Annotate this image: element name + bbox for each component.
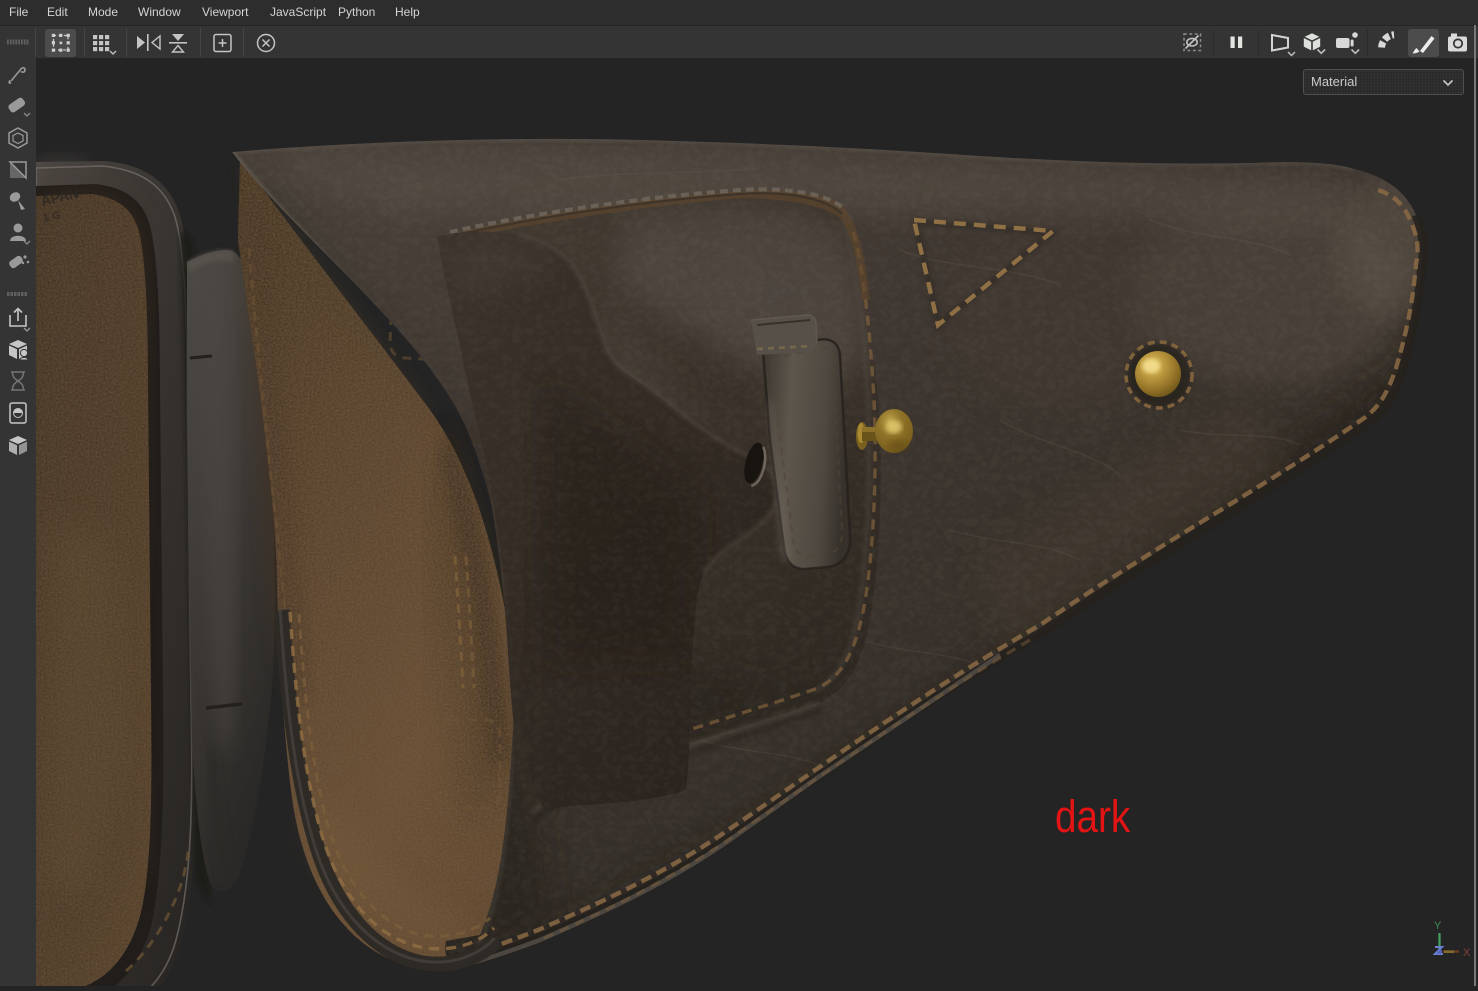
- svg-text:Y: Y: [1434, 920, 1442, 932]
- svg-text:X: X: [1463, 947, 1471, 959]
